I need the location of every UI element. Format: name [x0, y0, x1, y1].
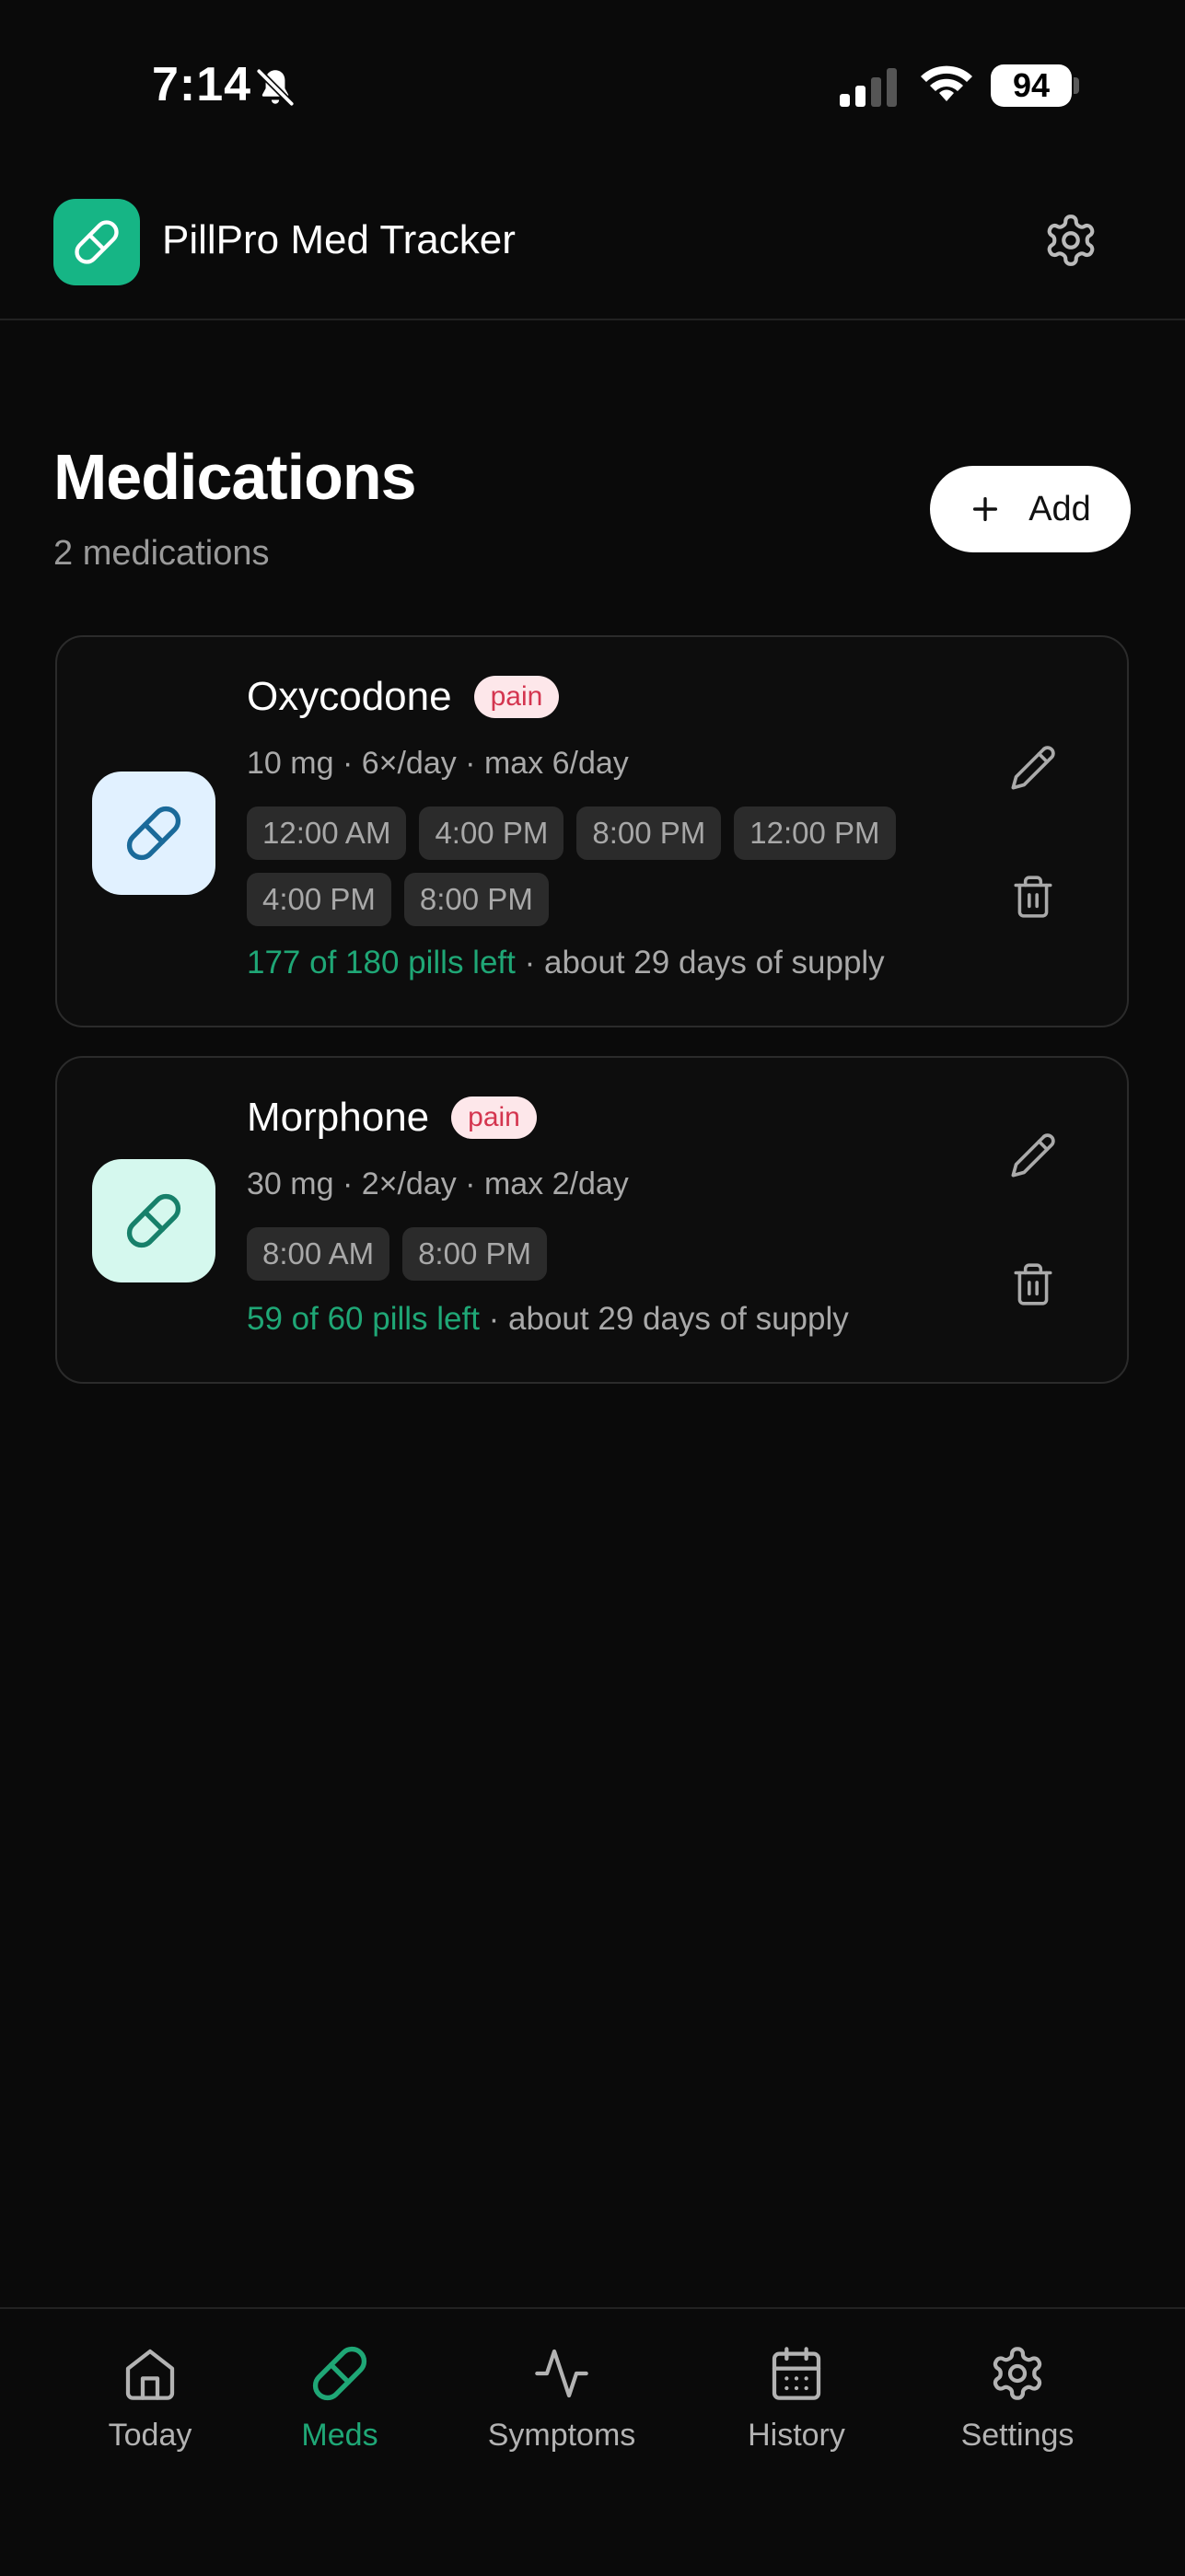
pill-icon — [312, 2346, 367, 2401]
edit-button[interactable] — [1005, 740, 1061, 795]
gear-icon — [993, 2347, 1042, 2400]
supply-days: · about 29 days of supply — [515, 945, 885, 981]
medication-card: Oxycodone pain 10 mg · 6×/day · max 6/da… — [55, 635, 1129, 1027]
app-logo — [53, 199, 140, 285]
dose-time-chip: 4:00 PM — [419, 806, 564, 860]
nav-item-history[interactable]: History — [704, 2344, 889, 2454]
pill-icon — [126, 806, 181, 861]
add-medication-button[interactable]: Add — [930, 466, 1131, 552]
dose-time-chip: 12:00 AM — [247, 806, 407, 860]
nav-item-settings[interactable]: Settings — [925, 2344, 1109, 2454]
home-icon — [125, 2349, 175, 2400]
trash-icon — [1014, 1263, 1052, 1305]
dose-times: 12:00 AM 4:00 PM 8:00 PM 12:00 PM 4:00 P… — [247, 806, 947, 926]
medication-icon-tile — [92, 1159, 215, 1282]
medication-name: Oxycodone — [247, 674, 452, 719]
dose-times: 8:00 AM 8:00 PM — [247, 1227, 947, 1281]
pill-icon — [75, 220, 119, 264]
activity-icon — [535, 2349, 588, 2398]
delete-button[interactable] — [1005, 1257, 1061, 1312]
medication-name: Morphone — [247, 1095, 430, 1140]
cellular-signal-icon — [840, 68, 897, 107]
supply-info: 59 of 60 pills left · about 29 days of s… — [247, 1301, 849, 1338]
status-bar: 7:14 94 — [0, 0, 1185, 175]
nav-label: Meds — [301, 2418, 378, 2453]
battery-indicator: 94 — [991, 64, 1081, 109]
app-header: PillPro Med Tracker — [0, 175, 1185, 320]
medication-count: 2 medications — [53, 534, 270, 573]
dose-time-chip: 8:00 PM — [403, 873, 549, 926]
app-title: PillPro Med Tracker — [162, 217, 516, 262]
dose-time-chip: 12:00 PM — [734, 806, 896, 860]
battery-level: 94 — [991, 64, 1072, 107]
pills-left: 177 of 180 pills left — [247, 945, 516, 981]
pills-left: 59 of 60 pills left — [247, 1301, 480, 1337]
nav-item-symptoms[interactable]: Symptoms — [470, 2344, 654, 2454]
bell-muted-icon — [256, 68, 295, 107]
medication-card: Morphone pain 30 mg · 2×/day · max 2/day… — [55, 1056, 1129, 1384]
status-time: 7:14 — [152, 58, 252, 111]
medication-dosage: 10 mg · 6×/day · max 6/day — [247, 746, 629, 781]
bottom-nav: Today Meds Symptoms History Settings — [0, 2307, 1185, 2576]
medication-icon-tile — [92, 772, 215, 895]
nav-label: Symptoms — [487, 2418, 636, 2453]
wifi-icon — [921, 65, 972, 101]
trash-icon — [1014, 876, 1052, 918]
supply-info: 177 of 180 pills left · about 29 days of… — [247, 945, 885, 981]
dose-time-chip: 4:00 PM — [247, 873, 391, 926]
battery-cap — [1074, 77, 1079, 94]
medication-name-row: Oxycodone pain — [247, 674, 560, 720]
dose-time-chip: 8:00 AM — [247, 1227, 390, 1281]
edit-button[interactable] — [1005, 1128, 1061, 1183]
category-tag: pain — [473, 676, 560, 718]
page-title: Medications — [53, 441, 417, 513]
nav-label: Settings — [960, 2418, 1075, 2453]
dose-time-chip: 8:00 PM — [402, 1227, 547, 1281]
medication-dosage: 30 mg · 2×/day · max 2/day — [247, 1166, 629, 1201]
nav-item-meds[interactable]: Meds — [248, 2344, 432, 2454]
supply-days: · about 29 days of supply — [479, 1301, 849, 1337]
medication-name-row: Morphone pain — [247, 1095, 537, 1141]
nav-label: Today — [108, 2418, 192, 2453]
nav-label: History — [748, 2418, 845, 2453]
delete-button[interactable] — [1005, 869, 1061, 924]
settings-gear-icon[interactable] — [1042, 212, 1099, 269]
category-tag: pain — [451, 1097, 537, 1139]
calendar-icon — [772, 2347, 821, 2400]
pencil-icon — [1011, 1133, 1055, 1178]
dose-time-chip: 8:00 PM — [576, 806, 722, 860]
nav-item-today[interactable]: Today — [58, 2344, 242, 2454]
add-button-label: Add — [1028, 489, 1091, 528]
pencil-icon — [1011, 746, 1055, 790]
pill-icon — [126, 1193, 181, 1248]
plus-icon — [973, 496, 998, 522]
